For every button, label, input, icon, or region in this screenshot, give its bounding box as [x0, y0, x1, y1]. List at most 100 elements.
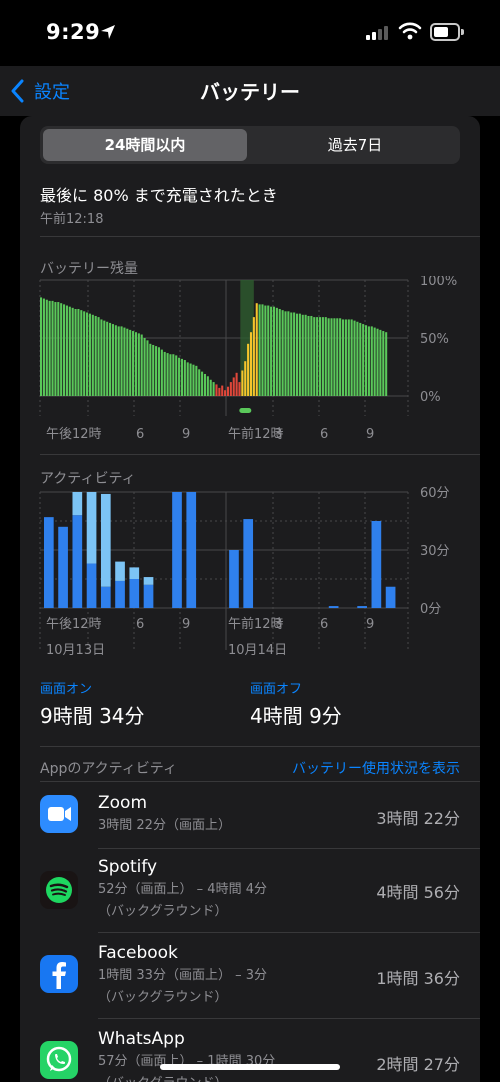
battery-bar [206, 376, 209, 396]
battery-bar [71, 307, 74, 396]
app-row-zoom[interactable]: Zoom 3時間 22分（画面上） 3時間 22分 [20, 781, 480, 849]
battery-bar [120, 326, 123, 396]
app-total: 1時間 36分 [376, 969, 460, 988]
battery-bar [362, 324, 365, 396]
battery-bar [367, 326, 370, 396]
segment-24-hours[interactable]: 24時間以内 [43, 129, 247, 161]
battery-bar [281, 310, 284, 396]
battery-bar [295, 313, 299, 396]
battery-bar [370, 326, 373, 396]
activity-bar-screen-on [357, 606, 367, 608]
show-battery-usage-link[interactable]: バッテリー使用状況を表示 [292, 758, 460, 778]
wifi-icon [398, 22, 422, 40]
activity-bar-screen-on [143, 584, 154, 608]
cellular-signal-icon [366, 26, 390, 40]
battery-icon [430, 23, 464, 41]
battery-bar [284, 311, 287, 396]
time-range-segmented-control: 24時間以内 過去7日 [40, 126, 460, 164]
battery-bar [106, 321, 109, 396]
status-time: 9:29 [46, 20, 101, 44]
battery-bar [175, 355, 178, 396]
home-indicator[interactable] [160, 1064, 340, 1070]
app-detail-background: （バックグラウンド） [98, 904, 228, 919]
facebook-icon [40, 955, 78, 993]
app-name: Zoom [98, 793, 148, 813]
activity-bar-screen-off [115, 561, 125, 581]
battery-bar [235, 372, 238, 396]
battery-bar [48, 300, 51, 396]
activity-bar-screen-on [58, 526, 68, 608]
battery-bar [146, 340, 149, 396]
battery-bar [83, 311, 86, 396]
activity-chart: 60分30分0分午後12時 6 9 午前12時3 6 910月13日 10月14日 [39, 486, 450, 658]
battery-bar [183, 360, 186, 396]
app-total: 4時間 56分 [376, 883, 460, 902]
app-activity-header: Appのアクティビティ [40, 761, 177, 777]
segment-7-days[interactable]: 過去7日 [253, 129, 457, 161]
battery-bar [77, 309, 80, 396]
last-charge-time: 午前12:18 [40, 212, 104, 227]
battery-bar [382, 331, 385, 396]
activity-bar-screen-on [186, 492, 197, 608]
activity-bar-screen-off [72, 492, 83, 516]
battery-bar [114, 325, 117, 396]
battery-bar [258, 304, 261, 396]
activity-bar-screen-on [100, 586, 111, 608]
battery-bar [103, 320, 106, 396]
activity-bar-screen-off [129, 567, 140, 579]
battery-bar [307, 315, 310, 396]
battery-bar [117, 326, 120, 396]
activity-bar-screen-on [115, 580, 125, 608]
battery-bar [88, 313, 91, 396]
app-row-spotify[interactable]: Spotify 52分（画面上） – 4時間 4分 （バックグラウンド） 4時間… [20, 849, 480, 933]
battery-bar [350, 319, 353, 396]
battery-bar [60, 303, 63, 396]
app-name: WhatsApp [98, 1029, 185, 1049]
battery-bar [178, 357, 181, 396]
battery-bar [385, 332, 388, 396]
x-tick-label: 6 [320, 617, 328, 632]
battery-bar [86, 312, 89, 396]
battery-bar [270, 306, 273, 396]
battery-bar [137, 333, 140, 396]
battery-bar [143, 338, 146, 396]
x-tick-label: 3 [274, 617, 282, 632]
battery-bar [215, 384, 218, 396]
activity-bar-screen-off [86, 492, 97, 564]
app-name: Facebook [98, 943, 178, 963]
battery-bar [157, 347, 160, 396]
x-tick-label: 9 [366, 427, 374, 442]
app-row-facebook[interactable]: Facebook 1時間 33分（画面上） – 3分 （バックグラウンド） 1時… [20, 933, 480, 1019]
battery-bar [94, 315, 97, 396]
battery-bar [65, 305, 68, 396]
app-detail-background: （バックグラウンド） [98, 990, 228, 1005]
battery-bar [163, 351, 166, 396]
date-label: 10月13日 [46, 643, 105, 658]
battery-bar [298, 313, 301, 396]
battery-bar [327, 318, 330, 396]
y-tick-label: 100% [420, 276, 457, 289]
battery-bar [189, 363, 192, 396]
battery-bar [224, 390, 227, 396]
battery-bar [132, 331, 135, 396]
battery-bar [160, 349, 163, 396]
y-tick-label: 0% [420, 390, 441, 405]
app-detail: 3時間 22分（画面上） [98, 818, 231, 833]
battery-bar [232, 377, 235, 396]
battery-bar [40, 297, 43, 396]
battery-bar [74, 309, 77, 396]
battery-bar [198, 369, 201, 396]
location-arrow-icon [101, 25, 115, 39]
activity-bar-screen-on [243, 519, 254, 608]
activity-bar-screen-on [229, 550, 239, 608]
divider [40, 454, 480, 455]
y-tick-label: 50% [420, 332, 449, 347]
battery-bar [155, 346, 158, 396]
battery-bar [373, 327, 376, 396]
activity-bar-screen-off [143, 577, 154, 585]
app-row-whatsapp[interactable]: WhatsApp 57分（画面上） – 1時間 30分 （バックグラウンド） 2… [20, 1019, 480, 1082]
app-total: 3時間 22分 [376, 809, 460, 828]
battery-bar [100, 319, 103, 396]
battery-bar [229, 382, 232, 396]
status-bar: 9:29 [0, 0, 500, 66]
